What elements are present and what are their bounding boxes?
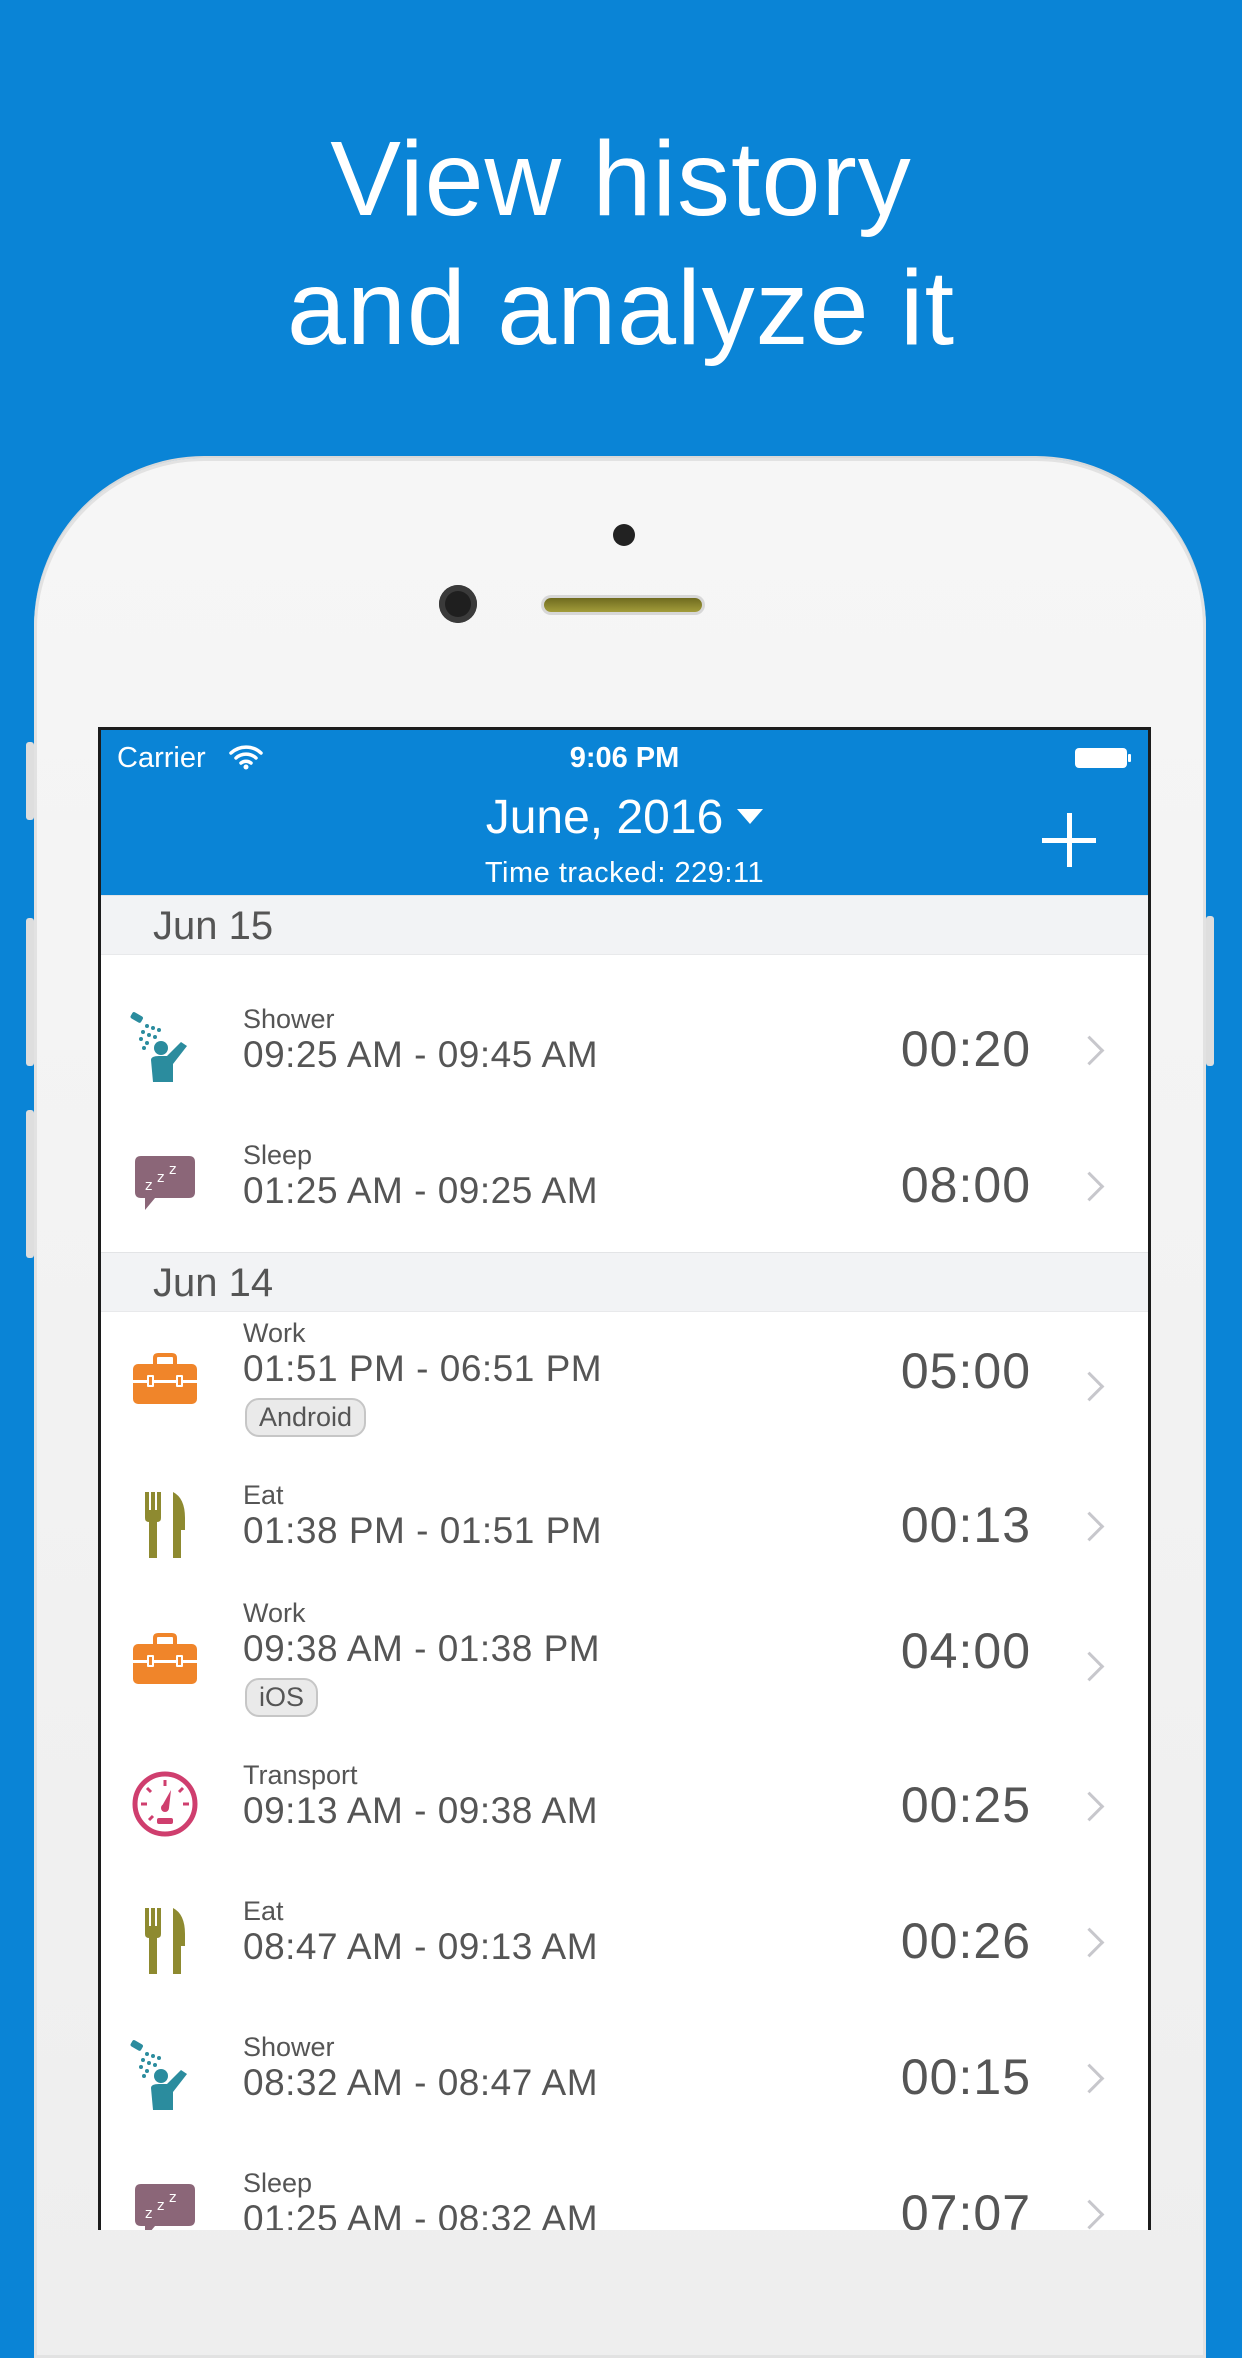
- duration-label: 04:00: [900, 1623, 1031, 1679]
- caret-down-icon: [737, 808, 764, 824]
- svg-text:z: z: [145, 2206, 152, 2222]
- nav-bar: Carrier 9:06 PM June, 2016 Time tracked:…: [101, 730, 1148, 895]
- toolbox-icon: [129, 1342, 201, 1414]
- toolbox-icon: [129, 1622, 201, 1694]
- add-entry-button[interactable]: [1042, 813, 1096, 867]
- history-row[interactable]: Shower 08:32 AM - 08:47 AM 00:15: [101, 2008, 1148, 2145]
- volume-up-button: [26, 918, 34, 1066]
- category-label: Sleep: [243, 2168, 313, 2198]
- svg-text:z: z: [169, 2190, 176, 2206]
- duration-label: 00:20: [900, 1021, 1031, 1077]
- time-range: 09:25 AM - 09:45 AM: [243, 1034, 599, 1075]
- category-label: Work: [243, 1318, 306, 1348]
- duration-label: 00:26: [900, 1913, 1031, 1969]
- earpiece-speaker: [544, 598, 702, 612]
- time-range: 01:25 AM - 08:32 AM: [243, 2198, 599, 2230]
- time-range: 08:32 AM - 08:47 AM: [243, 2062, 599, 2103]
- sleep-icon: z z z: [129, 1148, 201, 1220]
- headline-line-1: View history: [330, 120, 912, 238]
- history-row[interactable]: Work 01:51 PM - 06:51 PM Android 05:00: [101, 1312, 1148, 1457]
- tag-badge[interactable]: Android: [245, 1398, 367, 1437]
- time-range: 09:13 AM - 09:38 AM: [243, 1790, 599, 1831]
- proximity-sensor: [613, 524, 635, 546]
- time-range: 01:25 AM - 09:25 AM: [243, 1170, 599, 1211]
- time-range: 01:38 PM - 01:51 PM: [243, 1510, 603, 1551]
- history-row[interactable]: Eat 08:47 AM - 09:13 AM 00:26: [101, 1872, 1148, 2009]
- battery-icon: [1075, 748, 1131, 768]
- svg-text:z: z: [157, 1170, 164, 1186]
- power-button: [1206, 916, 1214, 1066]
- svg-text:z: z: [145, 1178, 152, 1194]
- category-label: Work: [243, 1598, 306, 1628]
- history-row[interactable]: Work 09:38 AM - 01:38 PM iOS 04:00: [101, 1592, 1148, 1737]
- status-bar: Carrier 9:06 PM: [101, 730, 1148, 774]
- history-row[interactable]: Shower 09:25 AM - 09:45 AM 00:20: [101, 980, 1148, 1117]
- speedometer-icon: [129, 1768, 201, 1840]
- app-screen: Carrier 9:06 PM June, 2016 Time tracked:…: [98, 727, 1151, 2230]
- month-selector[interactable]: June, 2016: [101, 790, 1148, 845]
- fork-knife-icon: [129, 1904, 201, 1976]
- duration-label: 07:07: [900, 2185, 1031, 2230]
- category-label: Transport: [243, 1760, 358, 1790]
- status-time: 9:06 PM: [569, 742, 680, 774]
- time-range: 01:51 PM - 06:51 PM: [243, 1348, 603, 1389]
- headline: View history and analyze it: [0, 115, 1242, 373]
- duration-label: 05:00: [900, 1343, 1031, 1399]
- time-range: 08:47 AM - 09:13 AM: [243, 1926, 599, 1967]
- chevron-right-icon: [1074, 2063, 1105, 2094]
- chevron-right-icon: [1074, 1927, 1105, 1958]
- chevron-right-icon: [1074, 1035, 1105, 1066]
- chevron-right-icon: [1074, 1651, 1105, 1682]
- history-row[interactable]: z z z Sleep 01:25 AM - 08:32 AM 07:07: [101, 2144, 1148, 2230]
- time-range: 09:38 AM - 01:38 PM: [243, 1628, 601, 1669]
- duration-label: 08:00: [900, 1157, 1031, 1213]
- fork-knife-icon: [129, 1488, 201, 1560]
- history-row[interactable]: Eat 01:38 PM - 01:51 PM 00:13: [101, 1456, 1148, 1593]
- category-label: Eat: [243, 1896, 284, 1926]
- volume-down-button: [26, 1110, 34, 1258]
- headline-line-2: and analyze it: [286, 249, 956, 367]
- tag-badge[interactable]: iOS: [245, 1678, 319, 1717]
- svg-text:z: z: [157, 2198, 164, 2214]
- category-label: Sleep: [243, 1140, 313, 1170]
- svg-text:z: z: [169, 1162, 176, 1178]
- category-label: Shower: [243, 2032, 335, 2062]
- category-label: Eat: [243, 1480, 284, 1510]
- front-camera: [439, 585, 477, 623]
- duration-label: 00:25: [900, 1777, 1031, 1833]
- chevron-right-icon: [1074, 2199, 1105, 2230]
- duration-label: 00:15: [900, 2049, 1031, 2105]
- chevron-right-icon: [1074, 1171, 1105, 1202]
- shower-icon: [129, 2040, 201, 2112]
- chevron-right-icon: [1074, 1371, 1105, 1402]
- section-header: Jun 14: [101, 1252, 1148, 1312]
- chevron-right-icon: [1074, 1791, 1105, 1822]
- history-row[interactable]: z z z Sleep 01:25 AM - 09:25 AM 08:00: [101, 1116, 1148, 1253]
- section-header: Jun 15: [101, 895, 1148, 955]
- mute-switch: [26, 742, 34, 820]
- history-row[interactable]: Transport 09:13 AM - 09:38 AM 00:25: [101, 1736, 1148, 1873]
- time-tracked-label: Time tracked: 229:11: [484, 857, 765, 889]
- sleep-icon: z z z: [129, 2176, 201, 2230]
- month-label: June, 2016: [485, 791, 724, 844]
- duration-label: 00:13: [900, 1497, 1031, 1553]
- category-label: Shower: [243, 1004, 335, 1034]
- chevron-right-icon: [1074, 1511, 1105, 1542]
- shower-icon: [129, 1012, 201, 1084]
